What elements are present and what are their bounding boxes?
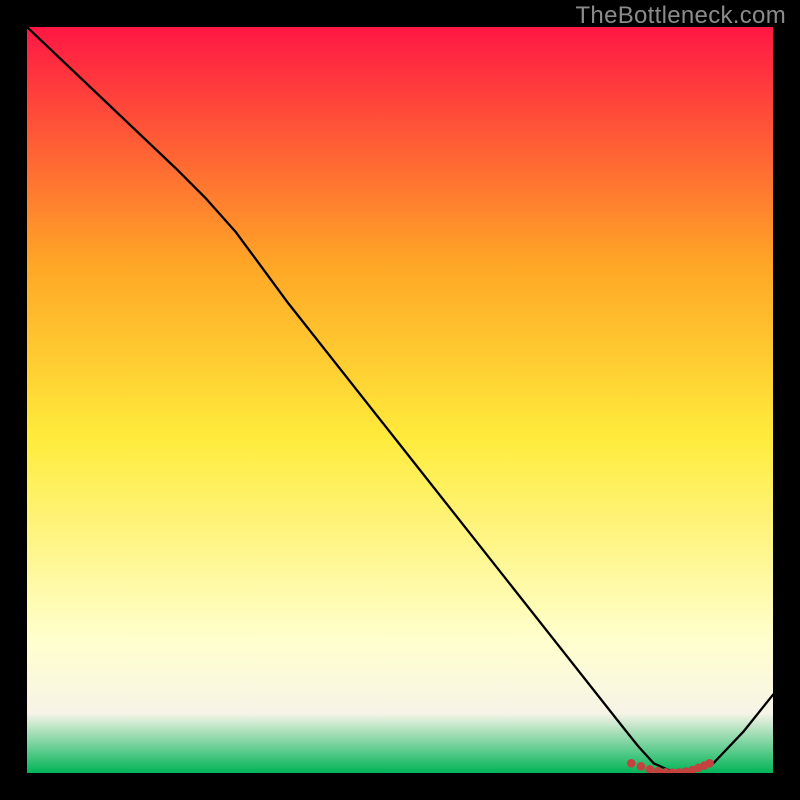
marker-dot bbox=[627, 759, 636, 768]
watermark-text: TheBottleneck.com bbox=[575, 2, 786, 30]
chart-frame: TheBottleneck.com bbox=[0, 0, 800, 800]
marker-dot bbox=[637, 762, 646, 771]
gradient-bg bbox=[27, 27, 773, 773]
plot-area bbox=[27, 27, 773, 773]
marker-dot bbox=[705, 759, 714, 768]
plot-svg bbox=[27, 27, 773, 773]
